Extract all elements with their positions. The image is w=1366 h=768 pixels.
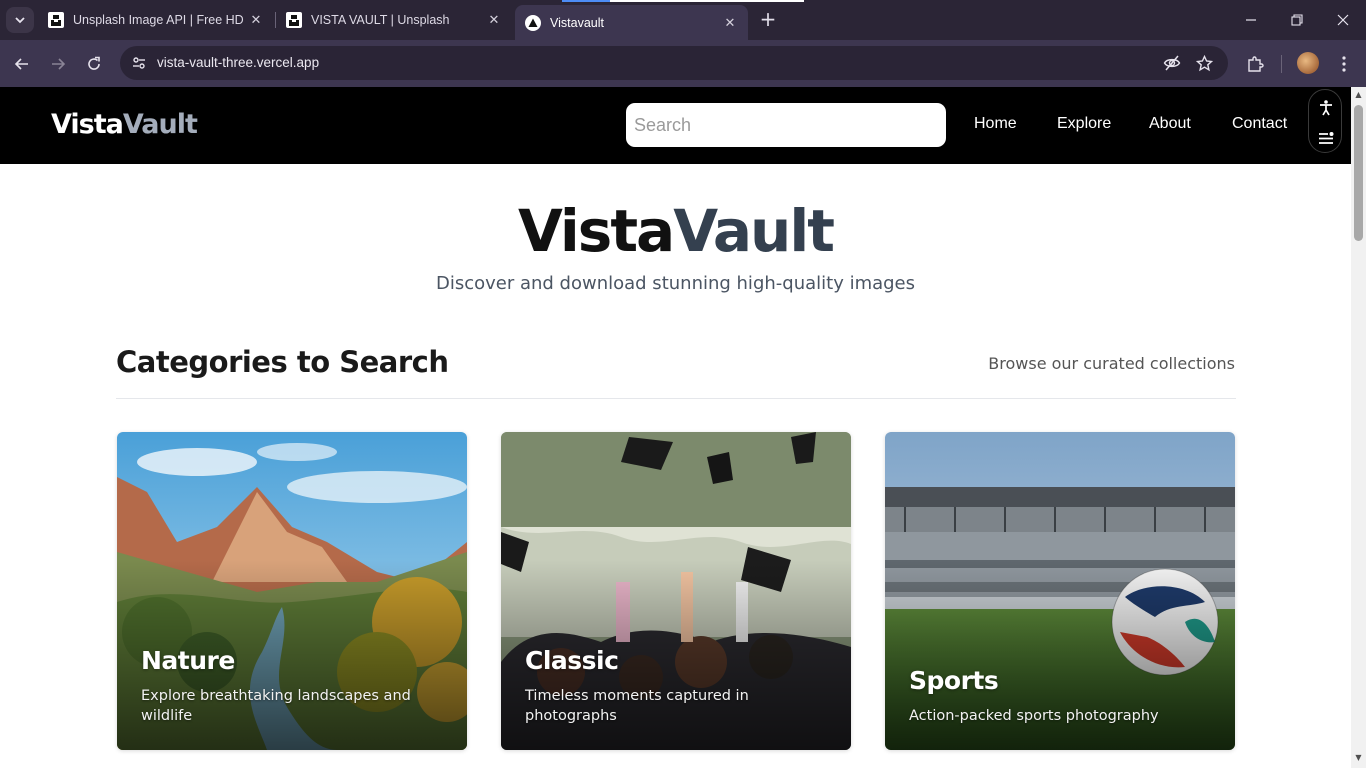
tab-title: Vistavault [550,15,604,30]
card-description: Action-packed sports photography [909,708,1159,724]
close-window-button[interactable] [1320,0,1366,40]
arrow-right-icon [52,58,66,70]
nav-link-contact[interactable]: Contact [1232,115,1287,133]
section-divider [116,398,1236,399]
nav-link-home[interactable]: Home [974,115,1017,133]
page-scrollbar[interactable]: ▲ ▼ [1351,87,1366,768]
close-icon[interactable]: ✕ [486,12,502,28]
forward-button[interactable] [44,50,72,78]
category-card-nature[interactable]: Nature Explore breathtaking landscapes a… [117,432,467,750]
card-title: Classic [525,646,619,675]
site-logo[interactable]: VistaVault [51,109,198,140]
unsplash-favicon-icon [286,12,302,28]
category-card-sports[interactable]: Sports Action-packed sports photography [885,432,1235,750]
restore-icon [1291,14,1303,26]
tab-title: VISTA VAULT | Unsplash [311,13,450,27]
chevron-down-icon [15,17,25,24]
site-info-icon[interactable] [127,51,151,75]
menu-lines-icon[interactable] [1315,127,1337,149]
url-text[interactable]: vista-vault-three.vercel.app [157,55,319,70]
hero-title: VistaVault [0,197,1351,265]
scroll-up-arrow-icon[interactable]: ▲ [1354,90,1363,99]
extensions-puzzle-icon[interactable] [1244,53,1266,75]
minimize-button[interactable] [1228,0,1274,40]
hero-title-accent: Vault [673,197,835,265]
browser-tab-vista-vault-unsplash[interactable]: VISTA VAULT | Unsplash ✕ [276,5,512,35]
card-title: Nature [141,646,235,675]
hero-title-primary: Vista [518,197,675,265]
browser-toolbar: vista-vault-three.vercel.app [0,40,1366,87]
accessibility-widget[interactable] [1308,89,1342,153]
vercel-favicon-icon [525,14,541,31]
reload-icon [88,56,100,70]
scrollbar-thumb[interactable] [1354,105,1363,241]
card-title: Sports [909,666,999,695]
browse-collections-text: Browse our curated collections [988,354,1235,373]
close-icon [1337,14,1349,26]
eye-off-icon[interactable] [1162,53,1182,73]
restore-button[interactable] [1274,0,1320,40]
categories-heading: Categories to Search [116,345,449,379]
tab-title: Unsplash Image API | Free HD P [73,13,248,27]
profile-avatar[interactable] [1297,52,1319,74]
logo-text-primary: Vista [51,109,124,140]
address-bar[interactable]: vista-vault-three.vercel.app [120,46,1228,80]
browser-tab-strip: Unsplash Image API | Free HD P ✕ VISTA V… [0,0,1366,40]
card-description: Timeless moments captured in photographs [525,688,749,724]
close-icon[interactable]: ✕ [248,12,264,28]
reload-button[interactable] [80,50,108,78]
nav-link-explore[interactable]: Explore [1057,115,1111,133]
search-input[interactable] [626,103,946,147]
new-tab-button[interactable]: + [757,9,779,31]
browser-tab-vistavault[interactable]: Vistavault ✕ [515,5,748,40]
arrow-left-icon [14,58,28,70]
card-description: Explore breathtaking landscapes and wild… [141,688,411,724]
page-viewport: VistaVault Home Explore About Contact Vi… [0,87,1351,768]
hero-subtitle: Discover and download stunning high-qual… [435,273,916,294]
site-navbar: VistaVault Home Explore About Contact [0,87,1351,164]
minimize-icon [1246,19,1256,21]
back-button[interactable] [8,50,36,78]
close-icon[interactable]: ✕ [722,15,738,31]
kebab-menu-icon[interactable] [1333,53,1355,75]
unsplash-favicon-icon [48,12,64,28]
toolbar-divider [1281,55,1282,73]
browser-tab-unsplash-api[interactable]: Unsplash Image API | Free HD P ✕ [38,5,274,35]
page-loading-indicator [562,0,804,2]
scroll-down-arrow-icon[interactable]: ▼ [1354,753,1363,762]
bookmark-star-icon[interactable] [1194,53,1214,73]
tab-search-button[interactable] [6,7,34,33]
logo-text-accent: Vault [122,109,198,140]
nav-link-about[interactable]: About [1149,115,1191,133]
accessibility-icon[interactable] [1315,97,1337,119]
category-card-classic[interactable]: Classic Timeless moments captured in pho… [501,432,851,750]
